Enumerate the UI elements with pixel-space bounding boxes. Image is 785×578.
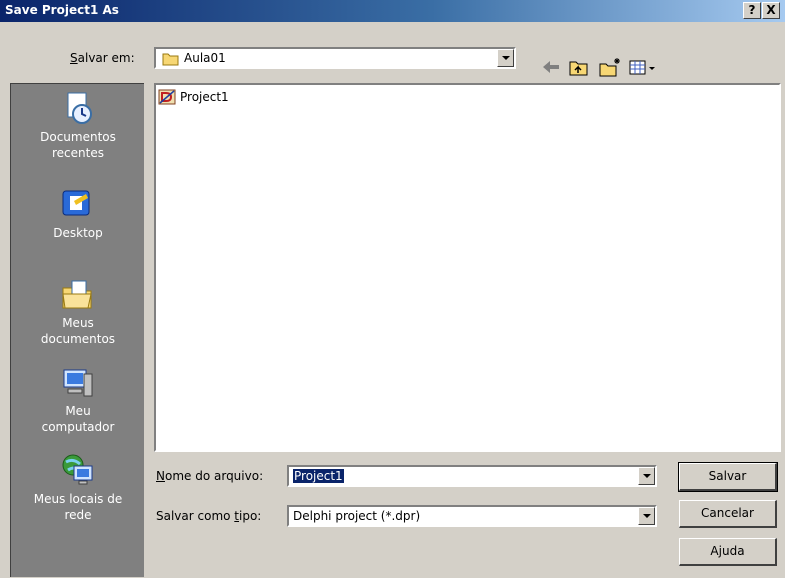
my-computer-icon: [63, 369, 93, 397]
title-bar: Save Project1 As ? X: [0, 0, 785, 22]
place-desktop-label: Desktop: [53, 226, 103, 240]
help-button[interactable]: Ajuda: [679, 538, 777, 566]
view-menu-icon[interactable]: [628, 57, 658, 77]
save-in-combo[interactable]: Aula01: [154, 47, 516, 69]
filename-input[interactable]: Project1: [287, 465, 657, 487]
places-bar: Documentos recentes Desktop Meus documen…: [10, 83, 144, 577]
save-in-label-rest: alvar em:: [77, 51, 135, 65]
file-name: Project1: [180, 90, 229, 104]
place-my-computer-label-2: computador: [41, 420, 115, 434]
place-my-documents[interactable]: Meus documentos: [11, 276, 145, 347]
network-places-icon: [62, 454, 93, 485]
place-recent-label-2: recentes: [52, 146, 104, 160]
filename-dropdown-arrow[interactable]: [638, 467, 655, 485]
close-icon: X: [766, 3, 776, 17]
place-network[interactable]: Meus locais de rede: [11, 452, 145, 523]
filename-label: Nome do arquivo:: [156, 469, 263, 483]
window-title: Save Project1 As: [5, 3, 119, 17]
delphi-project-icon: [158, 89, 176, 105]
folder-icon: [162, 53, 179, 66]
filetype-label-before: Salvar como: [156, 509, 235, 523]
filename-label-rest: ome do arquivo:: [164, 469, 264, 483]
save-in-label-accel: S: [70, 51, 78, 65]
place-my-computer[interactable]: Meu computador: [11, 364, 145, 435]
recent-documents-icon: [67, 92, 92, 124]
filetype-label-rest: ipo:: [239, 509, 262, 523]
save-in-label: Salvar em:: [70, 51, 135, 65]
place-recent-label-1: Documentos: [40, 130, 116, 144]
filename-value: Project1: [293, 469, 344, 483]
new-folder-icon[interactable]: [598, 57, 622, 77]
help-button-label-after: uda: [721, 544, 745, 558]
desktop-icon: [62, 190, 90, 216]
place-desktop[interactable]: Desktop: [11, 186, 145, 241]
save-in-value: Aula01: [184, 51, 226, 65]
place-recent[interactable]: Documentos recentes: [11, 90, 145, 161]
help-button-label-before: A: [710, 544, 719, 558]
filetype-value: Delphi project (*.dpr): [293, 509, 421, 523]
my-documents-icon: [62, 280, 92, 309]
cancel-button[interactable]: Cancelar: [679, 500, 777, 528]
filetype-select[interactable]: Delphi project (*.dpr): [287, 505, 657, 527]
help-title-button[interactable]: ?: [743, 2, 761, 19]
close-title-button[interactable]: X: [762, 2, 780, 19]
place-my-computer-label-1: Meu: [65, 404, 91, 418]
place-my-documents-label-1: Meus: [62, 316, 94, 330]
filename-label-accel: N: [156, 469, 165, 483]
back-icon[interactable]: [540, 57, 562, 77]
up-folder-icon[interactable]: [568, 57, 590, 77]
save-button[interactable]: Salvar: [678, 462, 778, 492]
save-in-dropdown-arrow[interactable]: [497, 49, 514, 67]
help-glyph: ?: [748, 3, 756, 17]
save-button-label: Salvar: [708, 469, 747, 483]
place-network-label-2: rede: [64, 508, 92, 522]
place-network-label-1: Meus locais de: [33, 492, 123, 506]
place-my-documents-label-2: documentos: [40, 332, 116, 346]
filetype-label: Salvar como tipo:: [156, 509, 261, 523]
cancel-button-label: Cancelar: [701, 506, 754, 520]
filetype-dropdown-arrow[interactable]: [638, 507, 655, 525]
file-list[interactable]: Project1: [154, 83, 781, 452]
